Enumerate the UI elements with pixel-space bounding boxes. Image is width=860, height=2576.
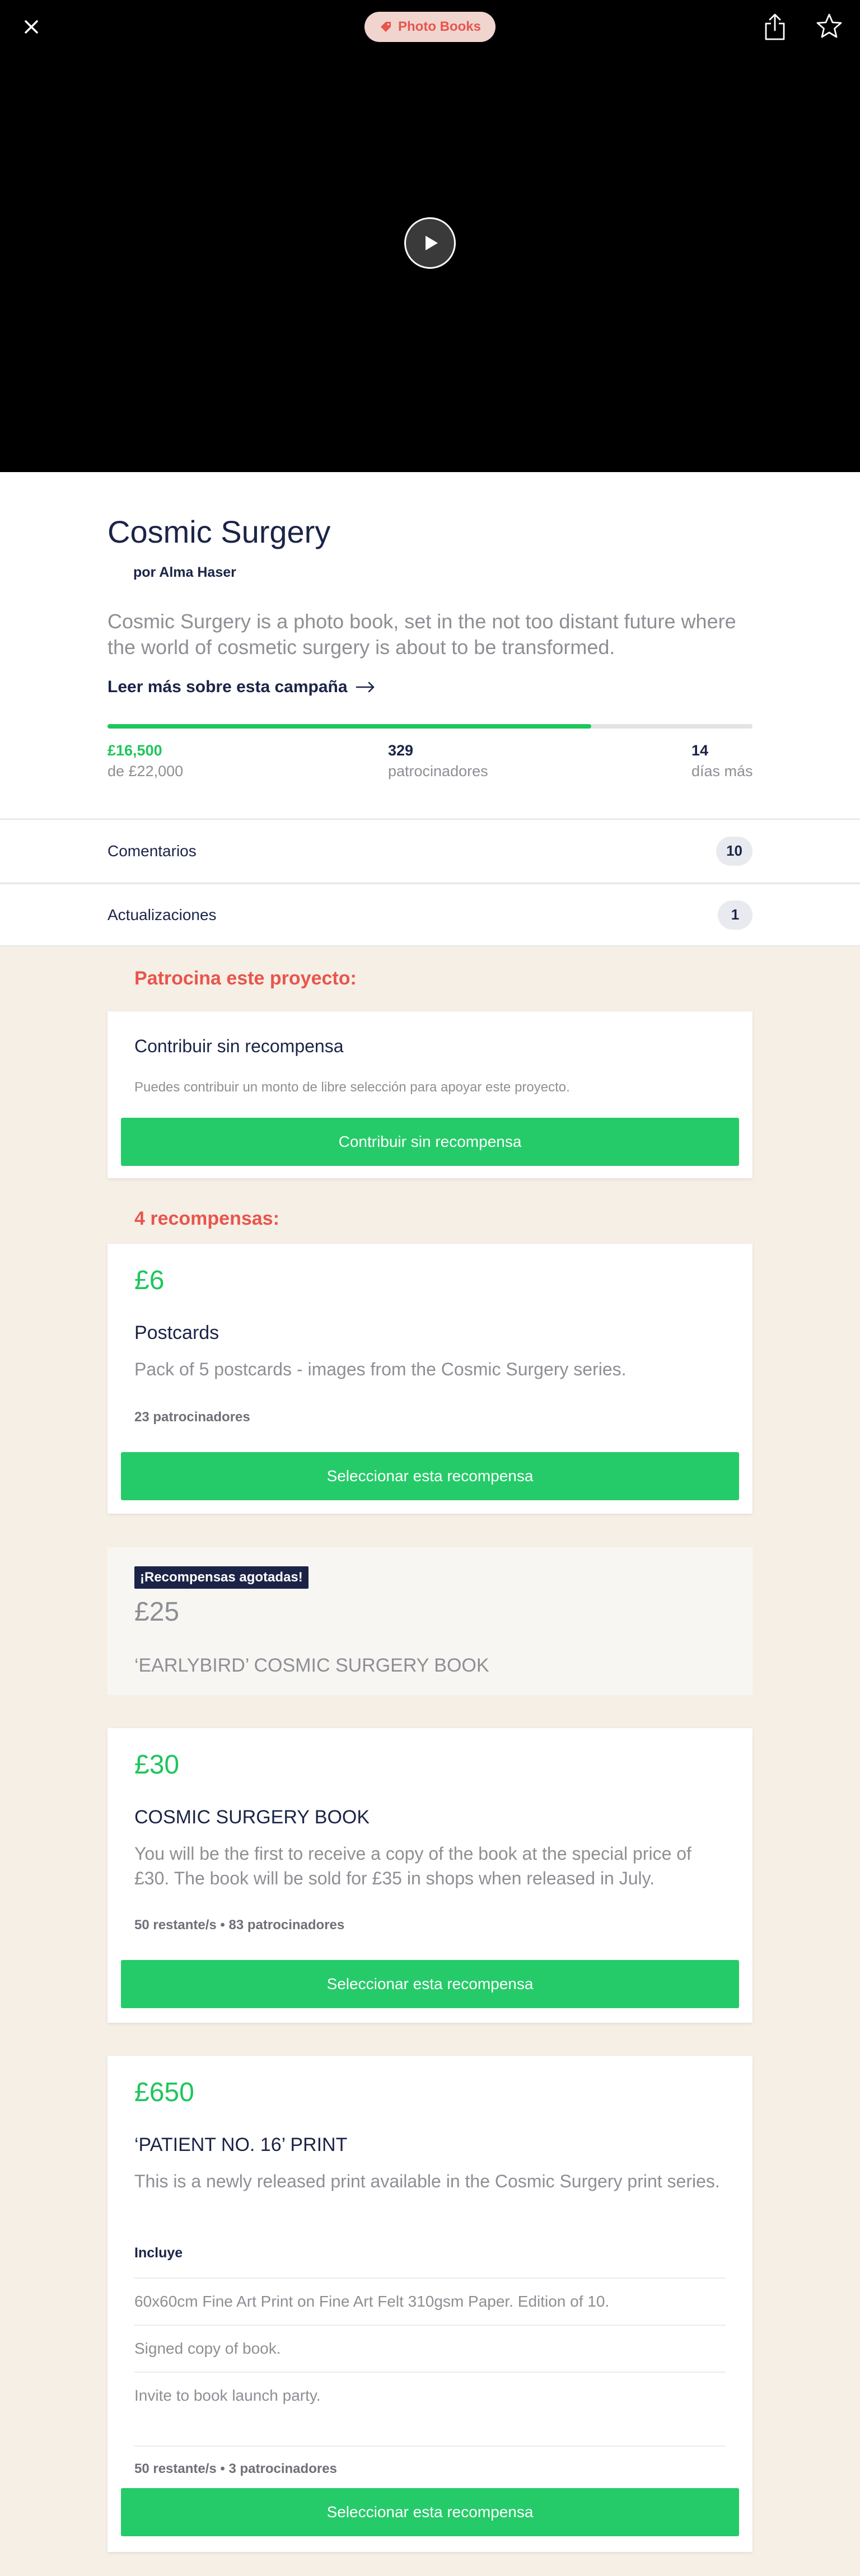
funding-progress-bar: [108, 724, 752, 729]
select-reward-button[interactable]: Seleccionar esta recompensa: [121, 2488, 739, 2536]
reward-stock-backers: 50 restante/s • 3 patrocinadores: [134, 2446, 726, 2477]
reward-card-postcards[interactable]: £6 Postcards Pack of 5 postcards - image…: [108, 1244, 752, 1514]
no-reward-description: Puedes contribuir un monto de libre sele…: [134, 1080, 570, 1095]
category-pill[interactable]: Photo Books: [364, 12, 496, 42]
tag-icon: [381, 22, 391, 32]
select-reward-button[interactable]: Seleccionar esta recompensa: [121, 1452, 739, 1500]
reward-title: Postcards: [134, 1322, 219, 1343]
reward-price: £25: [134, 1597, 180, 1627]
arrow-right-icon: [356, 682, 374, 693]
included-item: Invite to book launch party.: [134, 2372, 726, 2419]
reward-card-earlybird: ¡Recompensas agotadas! £25 ‘EARLYBIRD’ C…: [108, 1547, 752, 1695]
days-left-count: 14: [691, 742, 709, 759]
days-left-stat: 14 días más: [691, 742, 753, 780]
reward-title: COSMIC SURGERY BOOK: [134, 1807, 370, 1828]
save-star-button[interactable]: [815, 12, 843, 40]
share-icon: [765, 13, 785, 40]
backers-stat: 329 patrocinadores: [388, 742, 488, 780]
updates-label: Actualizaciones: [108, 906, 217, 923]
no-reward-card: Contribuir sin recompensa Puedes contrib…: [108, 1011, 752, 1178]
funding-progress-fill: [108, 724, 591, 729]
includes-label: Incluye: [134, 2245, 183, 2261]
contribute-no-reward-button[interactable]: Contribuir sin recompensa: [121, 1118, 739, 1166]
reward-title: ‘EARLYBIRD’ COSMIC SURGERY BOOK: [134, 1655, 489, 1676]
pledged-amount: £16,500: [108, 742, 162, 759]
reward-card-patient-print[interactable]: £650 ‘PATIENT NO. 16’ PRINT This is a ne…: [108, 2056, 752, 2552]
days-left-label: días más: [691, 763, 753, 780]
comments-count-badge: 10: [716, 836, 752, 866]
play-icon: [426, 236, 438, 250]
video-player[interactable]: Photo Books: [0, 0, 860, 472]
reward-stock-backers: 50 restante/s • 83 patrocinadores: [134, 1917, 345, 1933]
backers-count: 329: [388, 742, 414, 759]
comments-row[interactable]: Comentarios 10: [0, 819, 860, 882]
reward-price: £30: [134, 1750, 180, 1780]
close-button[interactable]: [19, 15, 44, 39]
reward-description: Pack of 5 postcards - images from the Co…: [134, 1359, 627, 1379]
no-reward-title: Contribuir sin recompensa: [134, 1036, 344, 1056]
play-button[interactable]: [404, 217, 456, 269]
reward-price: £6: [134, 1266, 165, 1295]
updates-count-badge: 1: [718, 900, 752, 930]
share-button[interactable]: [763, 12, 787, 41]
back-project-heading: Patrocina este proyecto:: [134, 968, 357, 989]
rewards-heading: 4 recompensas:: [134, 1208, 279, 1229]
project-info: Cosmic Surgery por Alma Haser Cosmic Sur…: [0, 472, 860, 818]
backers-label: patrocinadores: [388, 763, 488, 780]
project-title: Cosmic Surgery: [108, 514, 331, 549]
category-label: Photo Books: [398, 19, 481, 34]
reward-card-cosmic-surgery-book[interactable]: £30 COSMIC SURGERY BOOK You will be the …: [108, 1728, 752, 2023]
star-icon: [816, 13, 842, 38]
reward-backers: 23 patrocinadores: [134, 1410, 250, 1425]
reward-description: You will be the first to receive a copy …: [134, 1844, 691, 1888]
included-item: 60x60cm Fine Art Print on Fine Art Felt …: [134, 2278, 726, 2325]
select-reward-button[interactable]: Seleccionar esta recompensa: [121, 1960, 739, 2008]
read-more-link[interactable]: Leer más sobre esta campaña: [108, 678, 376, 697]
reward-title: ‘PATIENT NO. 16’ PRINT: [134, 2134, 348, 2155]
read-more-label: Leer más sobre esta campaña: [108, 678, 348, 696]
pledged-stat: £16,500 de £22,000: [108, 742, 183, 780]
project-blurb: Cosmic Surgery is a photo book, set in t…: [108, 610, 736, 659]
included-item: Signed copy of book.: [134, 2325, 726, 2372]
updates-row[interactable]: Actualizaciones 1: [0, 883, 860, 946]
creator-name[interactable]: por Alma Haser: [133, 564, 236, 581]
close-icon: [25, 20, 38, 34]
reward-description: This is a newly released print available…: [134, 2171, 720, 2191]
comments-label: Comentarios: [108, 842, 197, 860]
reward-price: £650: [134, 2078, 194, 2107]
sold-out-badge: ¡Recompensas agotadas!: [134, 1566, 309, 1589]
goal-amount: de £22,000: [108, 763, 184, 780]
